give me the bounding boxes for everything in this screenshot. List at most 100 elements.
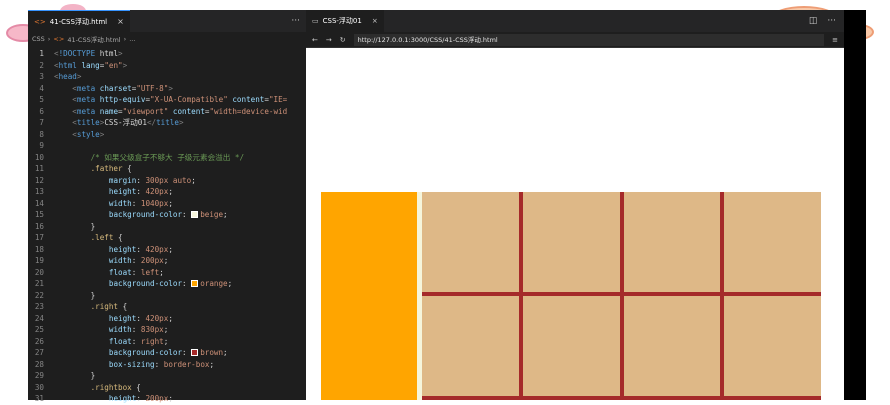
- code-line[interactable]: 19 width: 200px;: [28, 255, 306, 267]
- code-text: background-color: beige;: [54, 210, 228, 219]
- code-line[interactable]: 25 width: 830px;: [28, 324, 306, 336]
- code-line[interactable]: 22 }: [28, 290, 306, 302]
- code-token: 200px: [145, 394, 169, 404]
- code-text: .left {: [54, 233, 123, 242]
- more-actions-icon[interactable]: ···: [291, 16, 300, 26]
- code-text: <meta http-equiv="X-UA-Compatible" conte…: [54, 95, 287, 104]
- code-line[interactable]: 31 height: 200px;: [28, 393, 306, 405]
- code-token: {: [118, 302, 128, 312]
- code-line[interactable]: 2 <html lang="en">: [28, 60, 306, 72]
- back-icon[interactable]: ←: [312, 36, 318, 44]
- code-token: >: [168, 83, 173, 93]
- breadcrumb-item[interactable]: ...: [129, 35, 135, 43]
- code-line[interactable]: 12 margin: 300px auto;: [28, 175, 306, 187]
- rightbox-cell: [623, 192, 721, 292]
- split-editor-icon[interactable]: ◫: [809, 16, 818, 26]
- code-token: }: [54, 290, 96, 300]
- code-line[interactable]: 9: [28, 140, 306, 152]
- line-number: 28: [34, 359, 44, 369]
- code-line[interactable]: 10 /* 如果父级盒子不够大 子级元素会溢出 */: [28, 152, 306, 164]
- code-line[interactable]: 7 <title>CSS-浮动01</title>: [28, 117, 306, 129]
- color-swatch[interactable]: [191, 211, 199, 219]
- line-number: 24: [34, 313, 44, 323]
- close-icon[interactable]: ×: [372, 17, 378, 25]
- more-actions-icon[interactable]: ···: [827, 16, 836, 26]
- code-line[interactable]: 27 background-color: brown;: [28, 347, 306, 359]
- code-line[interactable]: 8 <style>: [28, 129, 306, 141]
- rightbox-cell: [422, 296, 519, 396]
- code-line[interactable]: 11 .father {: [28, 163, 306, 175]
- code-line[interactable]: 18 height: 420px;: [28, 244, 306, 256]
- code-token: /* 如果父级盒子不够大 子级元素会溢出 */: [90, 152, 245, 162]
- code-line[interactable]: 4 <meta charset="UTF-8">: [28, 83, 306, 95]
- color-swatch[interactable]: [191, 349, 199, 357]
- code-text: height: 420px;: [54, 187, 173, 196]
- code-line[interactable]: 14 width: 1040px;: [28, 198, 306, 210]
- code-token: float: [108, 336, 132, 346]
- line-number: 25: [34, 325, 44, 335]
- rightbox-cell: [724, 192, 821, 292]
- color-swatch[interactable]: [191, 280, 199, 288]
- code-line[interactable]: 13 height: 420px;: [28, 186, 306, 198]
- code-token: 200px: [140, 256, 164, 266]
- code-token: title: [156, 118, 179, 128]
- code-line[interactable]: 3 <head>: [28, 71, 306, 83]
- reload-icon[interactable]: ↻: [340, 36, 346, 44]
- code-text: /* 如果父级盒子不够大 子级元素会溢出 */: [54, 152, 245, 163]
- url-input[interactable]: http://127.0.0.1:3000/CSS/41-CSS浮动.html: [353, 33, 824, 46]
- forward-icon[interactable]: →: [326, 36, 332, 44]
- code-line[interactable]: 21 background-color: orange;: [28, 278, 306, 290]
- code-text: .right {: [54, 302, 128, 312]
- code-line[interactable]: 20 float: left;: [28, 267, 306, 279]
- code-area[interactable]: 1 <!DOCTYPE html> 2 <html lang="en"> 3 <head>…: [28, 46, 306, 405]
- code-line[interactable]: 24 height: 420px;: [28, 313, 306, 325]
- code-line[interactable]: 1 <!DOCTYPE html>: [28, 48, 306, 60]
- code-line[interactable]: 23 .right {: [28, 301, 306, 313]
- code-token: ;: [168, 244, 173, 254]
- browser-tab[interactable]: ▭ CSS-浮动01 ×: [306, 10, 384, 32]
- code-line[interactable]: 30 .rightbox {: [28, 382, 306, 394]
- code-token: {: [122, 164, 132, 174]
- code-token: background-color: [108, 279, 183, 289]
- line-number: 2: [39, 60, 44, 70]
- code-token: lang: [76, 60, 100, 70]
- close-icon[interactable]: ×: [117, 17, 124, 26]
- code-token: >: [99, 129, 105, 139]
- line-number: 15: [34, 210, 44, 220]
- line-number: 14: [34, 198, 44, 208]
- code-line[interactable]: 17 .left {: [28, 232, 306, 244]
- breadcrumb-item[interactable]: CSS: [32, 35, 45, 43]
- code-token: 420px: [145, 313, 169, 323]
- code-token: float: [108, 267, 132, 277]
- code-text: width: 830px;: [54, 325, 168, 334]
- code-token: .left: [90, 233, 114, 243]
- code-line[interactable]: 28 box-sizing: border-box;: [28, 359, 306, 371]
- line-number: 9: [39, 141, 44, 151]
- code-text: height: 200px;: [54, 394, 173, 403]
- line-number: 1: [39, 49, 44, 59]
- code-token: background-color: [108, 348, 183, 358]
- code-token: 830px: [140, 325, 164, 335]
- rightbox-cell: [522, 192, 620, 292]
- breadcrumb-item[interactable]: 41-CSS浮动.html: [67, 34, 120, 44]
- code-token: content: [227, 95, 265, 105]
- code-line[interactable]: 16 }: [28, 221, 306, 233]
- code-token: left: [140, 267, 160, 277]
- line-number: 16: [34, 221, 44, 231]
- code-line[interactable]: 5 <meta http-equiv="X-UA-Compatible" con…: [28, 94, 306, 106]
- code-line[interactable]: 6 <meta name="viewport" content="width=d…: [28, 106, 306, 118]
- code-token: ;: [168, 394, 173, 404]
- code-line[interactable]: 29 }: [28, 370, 306, 382]
- code-line[interactable]: 15 background-color: beige;: [28, 209, 306, 221]
- code-text: <head>: [54, 72, 81, 81]
- code-token: "en": [104, 60, 123, 70]
- menu-icon[interactable]: ≡: [832, 36, 838, 44]
- code-token: {: [113, 233, 123, 243]
- editor-tab[interactable]: <> 41-CSS浮动.html ×: [28, 10, 130, 32]
- code-line[interactable]: 26 float: right;: [28, 336, 306, 348]
- code-token: html: [95, 49, 119, 59]
- code-token: margin: [108, 175, 137, 185]
